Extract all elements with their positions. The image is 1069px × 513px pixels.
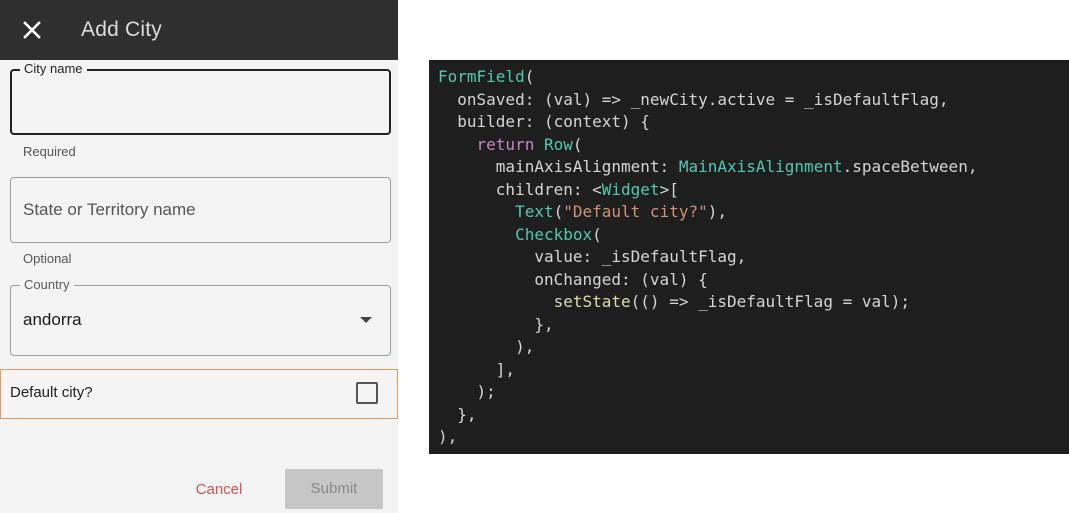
state-helper: Optional bbox=[23, 251, 72, 266]
page-title: Add City bbox=[81, 18, 162, 41]
code-line: ], bbox=[438, 359, 516, 379]
code-line: Text("Default city?"), bbox=[515, 202, 727, 221]
city-name-label: City name bbox=[20, 62, 87, 76]
code-line: onChanged: (val) { bbox=[438, 269, 708, 289]
default-city-label: Default city? bbox=[10, 384, 93, 401]
close-icon[interactable] bbox=[18, 16, 46, 44]
code-line: Checkbox( bbox=[515, 224, 602, 244]
submit-button[interactable]: Submit bbox=[285, 469, 383, 509]
code-line: ), bbox=[438, 337, 535, 356]
country-label: Country bbox=[20, 278, 74, 292]
code-line: builder: (context) { bbox=[438, 112, 650, 131]
default-city-row[interactable]: Default city? bbox=[0, 369, 398, 419]
app-bar: Add City bbox=[0, 0, 398, 60]
city-name-field[interactable]: City name bbox=[10, 62, 391, 135]
arrow-drop-down-icon[interactable] bbox=[360, 317, 372, 323]
code-snippet: FormField( onSaved: (val) => _newCity.ac… bbox=[429, 60, 1069, 454]
code-line: }, bbox=[438, 404, 477, 424]
state-field[interactable]: State or Territory name bbox=[10, 177, 391, 243]
default-city-checkbox[interactable] bbox=[356, 382, 378, 404]
code-line: children: <Widget>[ bbox=[438, 179, 679, 199]
code-line: mainAxisAlignment: MainAxisAlignment.spa… bbox=[438, 157, 978, 176]
code-line: ); bbox=[438, 382, 496, 401]
city-name-helper: Required bbox=[23, 144, 76, 159]
code-line: onSaved: (val) => _newCity.active = _isD… bbox=[438, 89, 949, 109]
code-line: return Row( bbox=[476, 134, 583, 154]
phone-screen: Add City City name Required State or Ter… bbox=[0, 0, 398, 513]
country-dropdown[interactable]: Country andorra bbox=[10, 278, 391, 356]
code-line: FormField( bbox=[438, 67, 535, 86]
country-value: andorra bbox=[23, 310, 82, 329]
code-line: }, bbox=[438, 314, 554, 334]
code-line: setState(() => _isDefaultFlag = val); bbox=[553, 292, 911, 311]
state-placeholder: State or Territory name bbox=[23, 200, 196, 219]
code-line: ), bbox=[438, 427, 458, 446]
cancel-button[interactable]: Cancel bbox=[180, 472, 258, 508]
code-line: value: _isDefaultFlag, bbox=[438, 247, 747, 266]
